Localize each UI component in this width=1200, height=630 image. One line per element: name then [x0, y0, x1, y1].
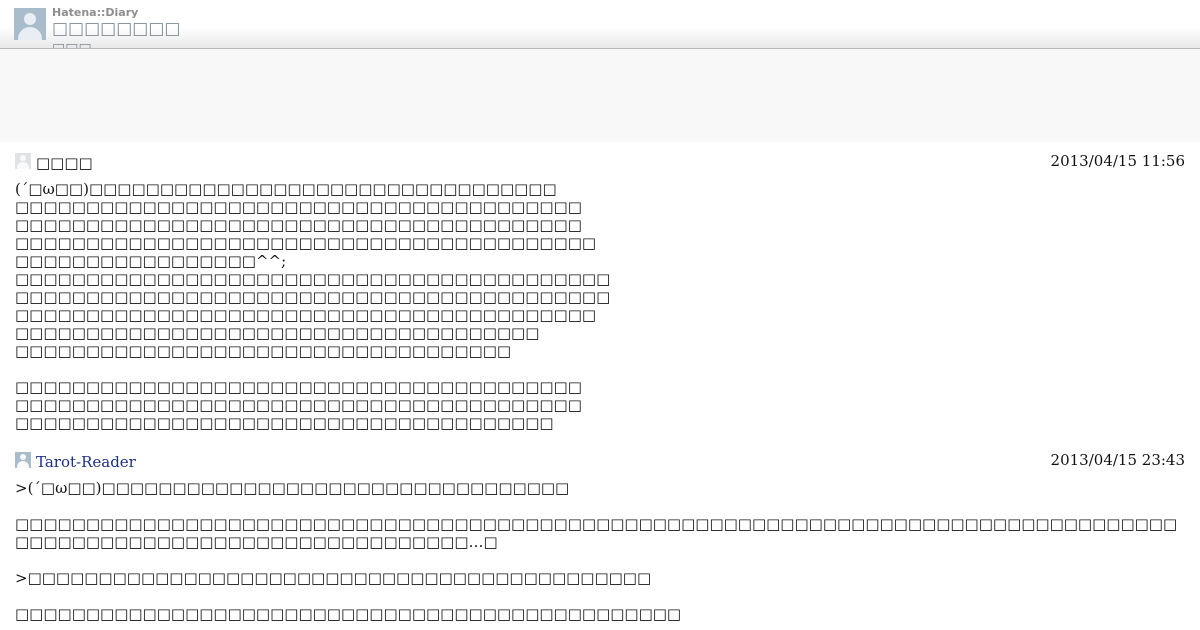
comment-entry: □□□□ 2013/04/15 11:56 (´□ω□□)□□□□□□□□□□□…	[15, 152, 1185, 432]
hatena-header-bar: Hatena::Diary □□□□□□□□ □□□	[0, 0, 1200, 49]
comment-author: □□□□	[36, 154, 93, 172]
comment-header: Tarot-Reader 2013/04/15 23:43	[15, 451, 1185, 475]
user-icon	[15, 153, 31, 169]
comment-entry: Tarot-Reader 2013/04/15 23:43 >(´□ω□□)□□…	[15, 451, 1185, 623]
comment-author-link[interactable]: Tarot-Reader	[36, 453, 136, 471]
service-name[interactable]: Hatena::Diary	[52, 6, 138, 19]
user-avatar-icon[interactable]	[14, 8, 46, 40]
user-icon[interactable]	[15, 452, 31, 468]
blog-title[interactable]: □□□□□□□□	[52, 19, 181, 39]
comment-body: >(´□ω□□)□□□□□□□□□□□□□□□□□□□□□□□□□□□□□□□□…	[15, 479, 1178, 623]
comment-header: □□□□ 2013/04/15 11:56	[15, 152, 1185, 176]
comment-date: 2013/04/15 11:56	[1050, 152, 1185, 170]
header-banner	[0, 49, 1200, 142]
blog-subtitle: □□□	[52, 41, 92, 49]
comment-body: (´□ω□□)□□□□□□□□□□□□□□□□□□□□□□□□□□□□□□□□□…	[15, 180, 611, 432]
comment-date: 2013/04/15 23:43	[1050, 451, 1185, 469]
